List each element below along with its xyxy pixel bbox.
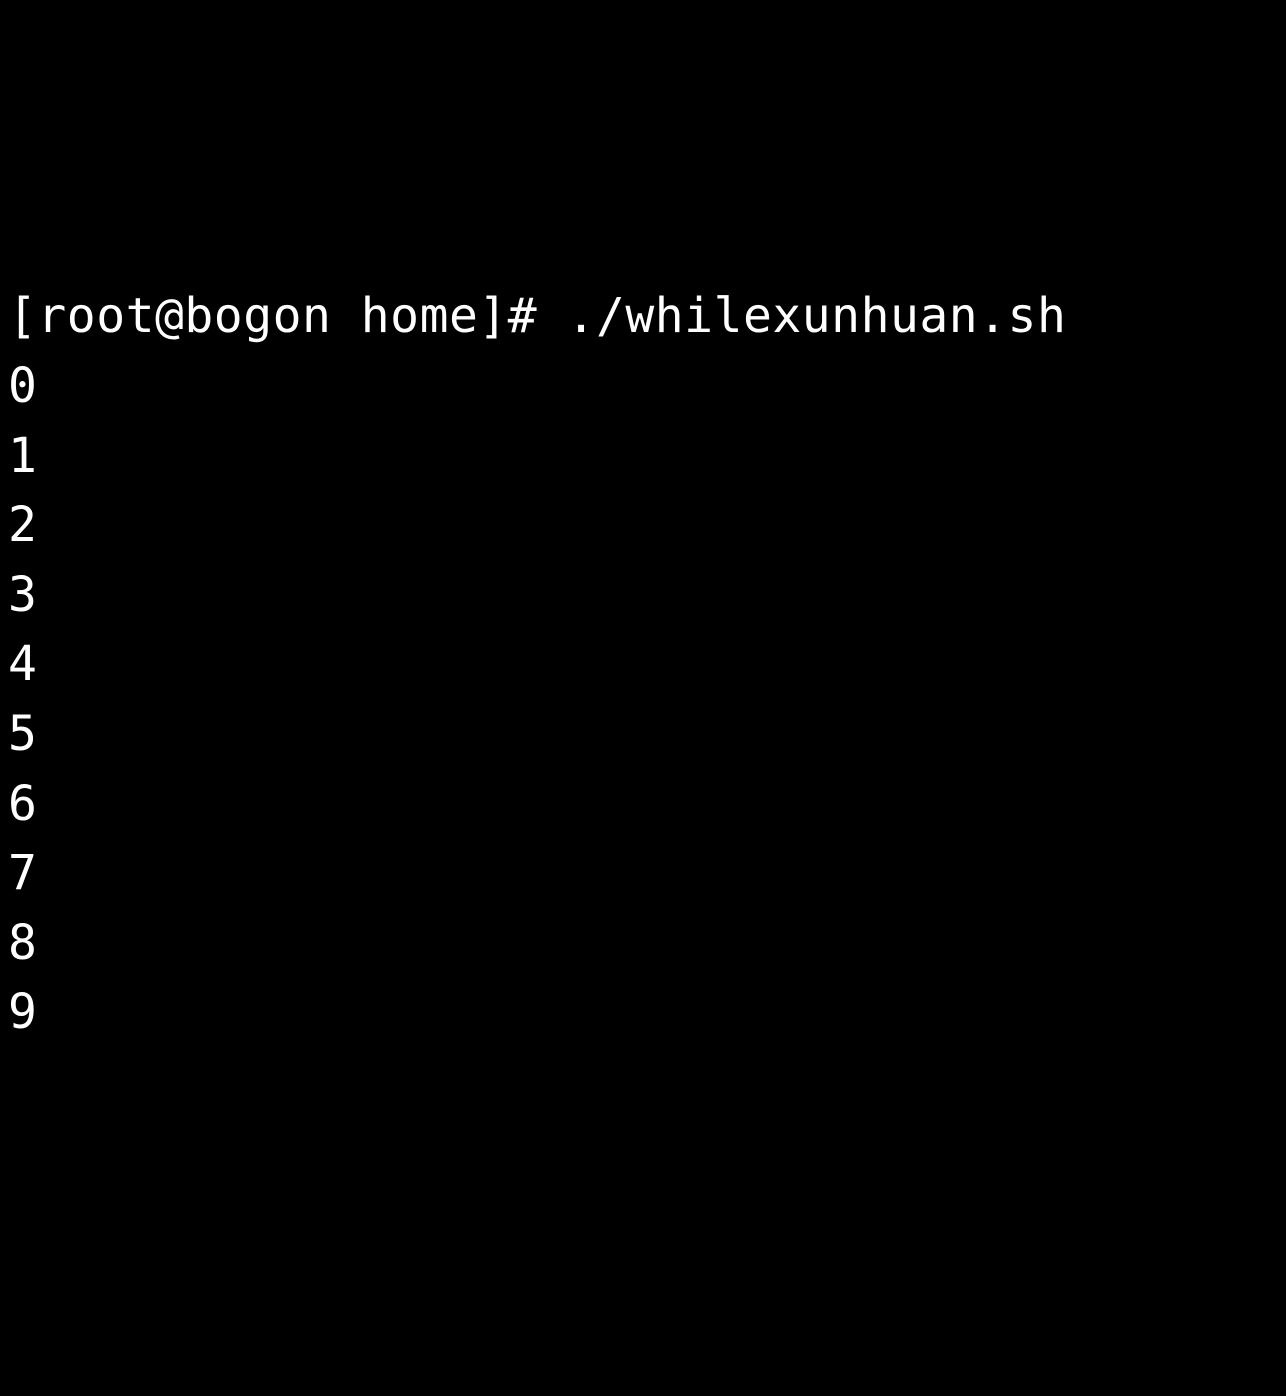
output-line: 1 — [8, 422, 1278, 492]
shell-prompt: [root@bogon home]# — [8, 288, 567, 344]
output-line: 6 — [8, 770, 1278, 840]
terminal-window[interactable]: [root@bogon home]# ./whilexunhuan.sh0123… — [8, 282, 1278, 1048]
command-line: [root@bogon home]# ./whilexunhuan.sh — [8, 282, 1278, 352]
output-line: 3 — [8, 561, 1278, 631]
output-line: 5 — [8, 700, 1278, 770]
output-line: 4 — [8, 630, 1278, 700]
output-line: 9 — [8, 978, 1278, 1048]
output-line: 2 — [8, 491, 1278, 561]
command-text: ./whilexunhuan.sh — [567, 288, 1067, 344]
output-line: 8 — [8, 909, 1278, 979]
output-line: 7 — [8, 839, 1278, 909]
output-line: 0 — [8, 352, 1278, 422]
